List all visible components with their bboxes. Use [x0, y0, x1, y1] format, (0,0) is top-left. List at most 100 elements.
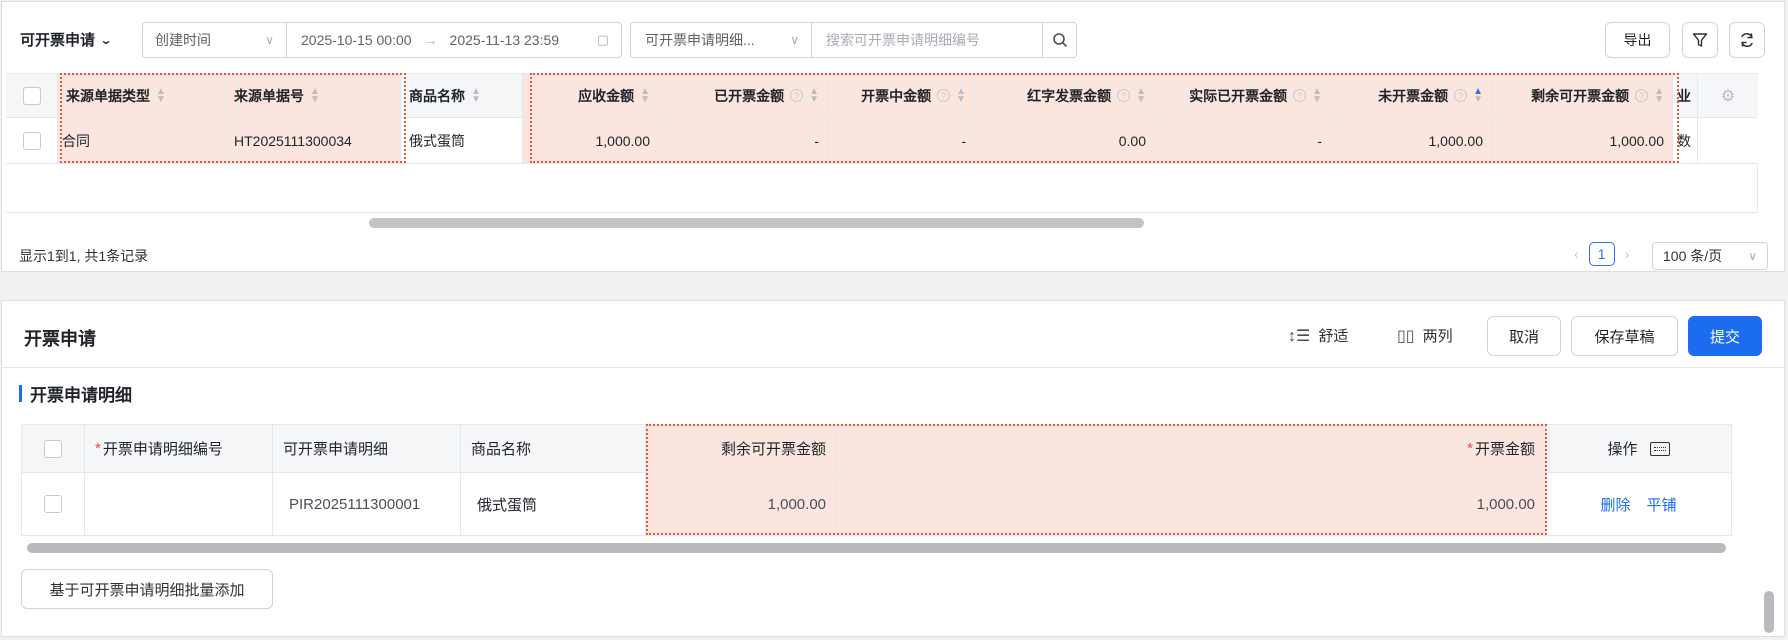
- date-range-picker[interactable]: 2025-10-15 00:00 → 2025-11-13 23:59 ▢: [286, 22, 622, 58]
- column-header-label: 可开票申请明细: [283, 441, 389, 458]
- layout-toggle[interactable]: ▯▯ 两列: [1397, 325, 1453, 346]
- cell-uninvoiced: 1,000.00: [1331, 118, 1492, 163]
- delete-link[interactable]: 删除: [1600, 494, 1630, 515]
- cell-amount-input[interactable]: 1,000.00: [837, 473, 1546, 535]
- keyboard-icon[interactable]: [1649, 441, 1670, 456]
- sort-icon[interactable]: ▲ ▼: [310, 86, 320, 104]
- row-checkbox[interactable]: [22, 131, 41, 150]
- sort-icon[interactable]: ▲ ▼: [1473, 86, 1483, 104]
- invoice-detail-table: * 开票申请明细编号 可开票申请明细 商品名称 剩余可开票金额 * 开票金额 操作 …: [21, 424, 1732, 536]
- layout-label: 两列: [1422, 328, 1453, 345]
- column-header-label: 商品名称: [471, 441, 532, 458]
- column-header-label: 实际已开票金额: [1189, 87, 1288, 104]
- column-header-red-invoice[interactable]: 红字发票金额? ▲ ▼: [975, 74, 1155, 117]
- density-label: 舒适: [1318, 328, 1349, 345]
- view-selector[interactable]: 可开票申请 ⌄: [20, 29, 113, 50]
- cell-product: 俄式蛋筒: [401, 118, 523, 163]
- column-header-uninvoiced[interactable]: 未开票金额? ▲ ▼: [1331, 74, 1492, 117]
- chevron-down-icon: ∨: [790, 33, 799, 47]
- search-field-value: 可开票申请明细...: [645, 32, 755, 48]
- date-type-select[interactable]: 创建时间 ∨: [142, 22, 287, 58]
- invoice-request-form-panel: 开票申请 ↕☰ 舒适 ▯▯ 两列 取消 保存草稿 提交 开票申请明细 * 开票申请…: [1, 300, 1785, 637]
- table-row[interactable]: PIR2025111300001 俄式蛋筒 1,000.00 1,000.00 …: [22, 473, 1731, 535]
- sort-icon[interactable]: ▲ ▼: [640, 86, 650, 104]
- sort-icon[interactable]: ▲ ▼: [809, 86, 819, 104]
- batch-add-button[interactable]: 基于可开票申请明细批量添加: [21, 569, 273, 609]
- table-header-row: 来源单据类型 ▲ ▼ 来源单据号 ▲ ▼ 商品名称 ▲ ▼ 应收金额 ▲ ▼ 已开票金额? ▲ ▼ …: [6, 74, 1758, 118]
- select-all-checkbox[interactable]: [22, 86, 41, 105]
- invoiceable-request-table: 来源单据类型 ▲ ▼ 来源单据号 ▲ ▼ 商品名称 ▲ ▼ 应收金额 ▲ ▼ 已开票金额? ▲ ▼ …: [6, 73, 1758, 164]
- next-page-icon[interactable]: ›: [1625, 246, 1630, 262]
- column-header-amount: * 开票金额: [837, 425, 1546, 472]
- table-row[interactable]: 合同 HT2025111300034 俄式蛋筒 1,000.00 - - 0.0…: [6, 118, 1758, 164]
- horizontal-scrollbar[interactable]: [27, 543, 1726, 553]
- search-field-select[interactable]: 可开票申请明细... ∨: [630, 22, 812, 58]
- range-arrow-icon: →: [423, 32, 438, 48]
- sort-icon[interactable]: ▲ ▼: [471, 86, 481, 104]
- density-toggle[interactable]: ↕☰ 舒适: [1288, 325, 1348, 346]
- column-header-product: 商品名称: [461, 425, 646, 472]
- column-header-label: 开票中金额: [861, 87, 932, 104]
- line-height-icon: ↕☰: [1288, 327, 1311, 345]
- cell-source-no[interactable]: HT2025111300034: [226, 118, 401, 163]
- column-header-receivable[interactable]: 应收金额 ▲ ▼: [523, 74, 659, 117]
- column-header-invoiced[interactable]: 已开票金额? ▲ ▼: [659, 74, 828, 117]
- row-checkbox[interactable]: [44, 495, 62, 513]
- sort-icon[interactable]: ▲ ▼: [1136, 86, 1146, 104]
- cancel-button[interactable]: 取消: [1487, 316, 1561, 356]
- view-title: 可开票申请: [20, 32, 96, 49]
- export-button[interactable]: 导出: [1605, 22, 1670, 58]
- filter-button[interactable]: [1682, 22, 1718, 58]
- table-empty-area: [6, 163, 1758, 213]
- filter-icon: [1692, 33, 1708, 47]
- help-icon[interactable]: ?: [790, 89, 804, 102]
- help-icon[interactable]: ?: [1635, 89, 1649, 102]
- help-icon[interactable]: ?: [937, 89, 951, 102]
- sort-icon[interactable]: ▲ ▼: [1654, 86, 1664, 104]
- sort-icon[interactable]: ▲ ▼: [1312, 86, 1322, 104]
- date-end[interactable]: 2025-11-13 23:59: [450, 32, 560, 48]
- help-icon[interactable]: ?: [1117, 89, 1131, 102]
- gear-icon[interactable]: ⚙: [1721, 86, 1735, 106]
- column-header-label: 已开票金额: [714, 87, 785, 104]
- refresh-button[interactable]: [1729, 22, 1765, 58]
- submit-button[interactable]: 提交: [1688, 316, 1762, 356]
- column-header-product[interactable]: 商品名称 ▲ ▼: [401, 74, 523, 117]
- column-settings-cell: ⚙: [1698, 74, 1758, 117]
- column-header-invoice-detail: 可开票申请明细: [273, 425, 461, 472]
- help-icon[interactable]: ?: [1454, 89, 1468, 102]
- date-start[interactable]: 2025-10-15 00:00: [301, 32, 412, 48]
- page-number-current[interactable]: 1: [1588, 242, 1615, 266]
- cell-remaining: 1,000.00: [1492, 118, 1673, 163]
- cell-detail-no[interactable]: [85, 473, 273, 535]
- cell-source-type: 合同: [58, 118, 226, 163]
- page-title: 开票申请: [24, 329, 96, 349]
- column-header-source-no[interactable]: 来源单据号 ▲ ▼: [226, 74, 401, 117]
- search-button[interactable]: [1042, 22, 1077, 58]
- page-size-select[interactable]: 100 条/页 ∨: [1652, 242, 1768, 270]
- refresh-icon: [1741, 32, 1753, 48]
- prev-page-icon[interactable]: ‹: [1574, 246, 1579, 262]
- column-header-remaining[interactable]: 剩余可开票金额? ▲ ▼: [1492, 74, 1673, 117]
- cell-invoiced: -: [659, 118, 828, 163]
- help-icon[interactable]: ?: [1293, 89, 1307, 102]
- header-divider: [2, 367, 1784, 368]
- select-all-checkbox[interactable]: [44, 439, 62, 458]
- list-toolbar: 可开票申请 ⌄ 创建时间 ∨ 2025-10-15 00:00 → 2025-1…: [2, 2, 1784, 78]
- search-input[interactable]: [812, 23, 1042, 57]
- column-header-business[interactable]: 业: [1673, 74, 1698, 117]
- column-header-source-type[interactable]: 来源单据类型 ▲ ▼: [58, 74, 226, 117]
- sort-icon[interactable]: ▲ ▼: [156, 86, 166, 104]
- save-draft-button[interactable]: 保存草稿: [1571, 316, 1678, 356]
- column-header-invoicing[interactable]: 开票中金额? ▲ ▼: [828, 74, 975, 117]
- column-header-detail-no: * 开票申请明细编号: [85, 425, 273, 472]
- sort-icon[interactable]: ▲ ▼: [956, 86, 966, 104]
- tile-link[interactable]: 平铺: [1647, 494, 1677, 515]
- invoiceable-request-list-panel: 可开票申请 ⌄ 创建时间 ∨ 2025-10-15 00:00 → 2025-1…: [1, 1, 1785, 272]
- cell-receivable: 1,000.00: [523, 118, 659, 163]
- horizontal-scrollbar[interactable]: [369, 218, 1144, 228]
- columns-icon: ▯▯: [1397, 327, 1415, 345]
- column-header-actual-invoiced[interactable]: 实际已开票金额? ▲ ▼: [1155, 74, 1331, 117]
- table-header-row: * 开票申请明细编号 可开票申请明细 商品名称 剩余可开票金额 * 开票金额 操作: [22, 425, 1731, 473]
- vertical-scrollbar[interactable]: [1764, 591, 1774, 633]
